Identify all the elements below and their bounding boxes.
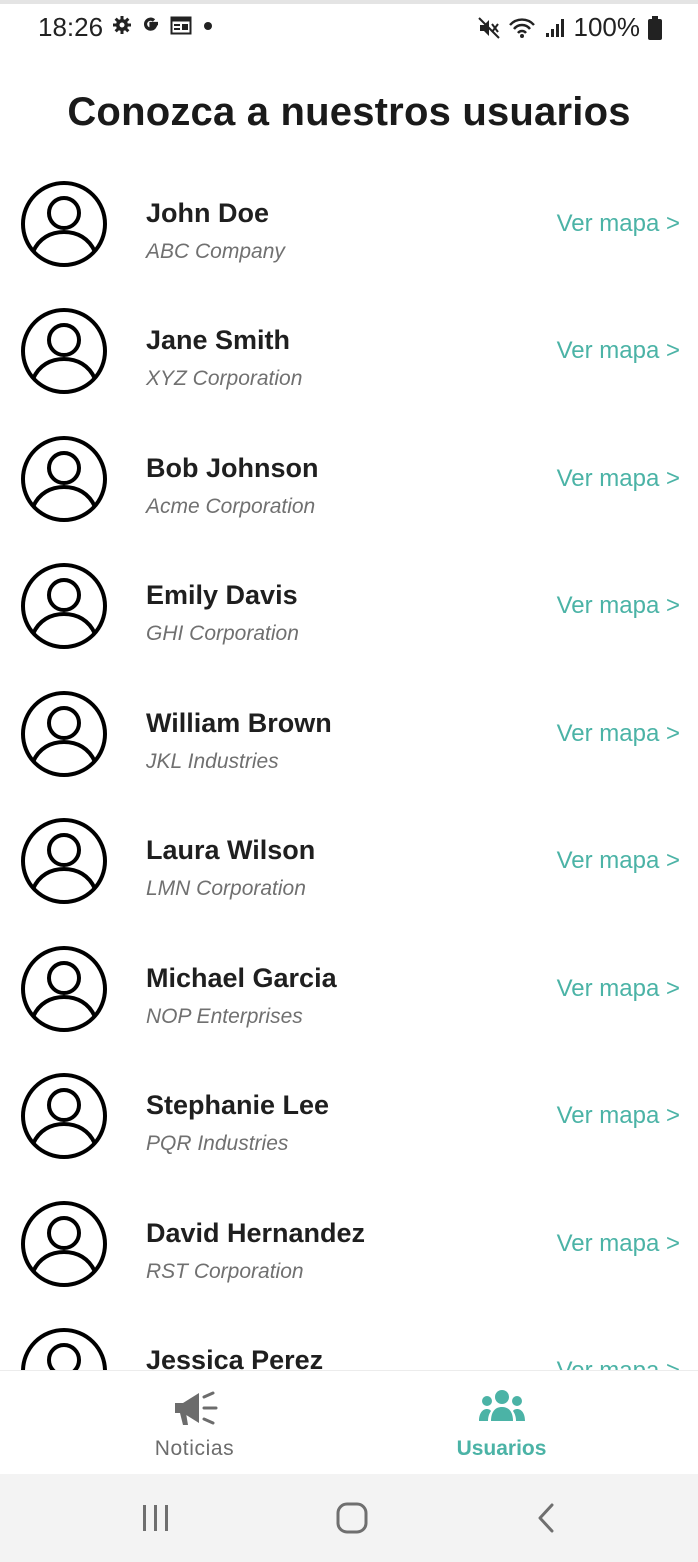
- user-company: PQR Industries: [146, 1132, 289, 1155]
- user-name: Bob Johnson: [146, 453, 319, 483]
- user-company: Acme Corporation: [146, 495, 316, 518]
- user-avatar-icon: [21, 436, 107, 522]
- user-avatar-icon: [21, 1201, 107, 1287]
- user-name: William Brown: [146, 708, 332, 738]
- list-item[interactable]: William Brown JKL Industries Ver mapa >: [0, 690, 698, 817]
- user-name: Emily Davis: [146, 580, 298, 610]
- ver-mapa-link[interactable]: Ver mapa >: [557, 210, 680, 238]
- user-name: Laura Wilson: [146, 835, 316, 865]
- ver-mapa-link[interactable]: Ver mapa >: [557, 592, 680, 620]
- ver-mapa-link[interactable]: Ver mapa >: [557, 1102, 680, 1130]
- list-item[interactable]: Michael Garcia NOP Enterprises Ver mapa …: [0, 945, 698, 1072]
- tab-label: Usuarios: [456, 1437, 547, 1460]
- tab-noticias[interactable]: Noticias: [20, 1371, 369, 1475]
- tab-usuarios[interactable]: Usuarios: [327, 1371, 676, 1475]
- list-item[interactable]: John Doe ABC Company Ver mapa >: [0, 180, 698, 307]
- user-name: Jessica Perez: [146, 1345, 324, 1370]
- list-item[interactable]: David Hernandez RST Corporation Ver mapa…: [0, 1200, 698, 1327]
- user-name: Stephanie Lee: [146, 1090, 330, 1120]
- system-nav-bar: [0, 1474, 698, 1562]
- page-title: Conozca a nuestros usuarios: [67, 90, 631, 134]
- ver-mapa-link[interactable]: Ver mapa >: [557, 975, 680, 1003]
- user-avatar-icon: [21, 691, 107, 777]
- user-avatar-icon: [21, 1328, 107, 1370]
- dot-icon: [204, 22, 212, 30]
- ver-mapa-link[interactable]: Ver mapa >: [557, 465, 680, 493]
- back-icon[interactable]: [532, 1500, 562, 1536]
- user-avatar-icon: [21, 946, 107, 1032]
- status-bar: 18:26 100%: [0, 4, 698, 48]
- gear-icon: [113, 16, 131, 34]
- status-right-icons: 100%: [477, 12, 662, 43]
- list-item[interactable]: Stephanie Lee PQR Industries Ver mapa >: [0, 1072, 698, 1199]
- megaphone-icon: [174, 1391, 217, 1425]
- user-company: GHI Corporation: [146, 622, 299, 645]
- recent-apps-icon[interactable]: [140, 1500, 172, 1536]
- status-time: 18:26: [38, 12, 104, 42]
- signal-icon: [545, 18, 564, 37]
- user-company: RST Corporation: [146, 1260, 304, 1283]
- wifi-icon: [508, 17, 535, 38]
- ver-mapa-link[interactable]: Ver mapa >: [557, 847, 680, 875]
- list-item[interactable]: Jessica Perez Ver mapa >: [0, 1327, 698, 1370]
- user-company: NOP Enterprises: [146, 1005, 303, 1028]
- user-company: XYZ Corporation: [146, 367, 303, 390]
- battery-icon: [648, 15, 662, 40]
- ver-mapa-link[interactable]: Ver mapa >: [557, 720, 680, 748]
- tab-label: Noticias: [154, 1437, 235, 1460]
- list-item[interactable]: Laura Wilson LMN Corporation Ver mapa >: [0, 817, 698, 944]
- user-avatar-icon: [21, 1073, 107, 1159]
- battery-percent: 100%: [573, 12, 641, 42]
- list-item[interactable]: Bob Johnson Acme Corporation Ver mapa >: [0, 435, 698, 562]
- user-name: Jane Smith: [146, 325, 291, 355]
- user-avatar-icon: [21, 818, 107, 904]
- user-name: David Hernandez: [146, 1218, 366, 1248]
- user-list[interactable]: John Doe ABC Company Ver mapa > Jane Smi…: [0, 160, 698, 1370]
- list-item[interactable]: Emily Davis GHI Corporation Ver mapa >: [0, 562, 698, 689]
- users-icon: [478, 1390, 525, 1421]
- mute-icon: [477, 16, 500, 39]
- home-icon[interactable]: [334, 1500, 370, 1536]
- google-g-icon: [144, 17, 158, 31]
- user-company: ABC Company: [146, 240, 285, 263]
- user-company: LMN Corporation: [146, 877, 306, 900]
- user-avatar-icon: [21, 181, 107, 267]
- calendar-icon: [170, 16, 192, 35]
- list-item[interactable]: Jane Smith XYZ Corporation Ver mapa >: [0, 307, 698, 434]
- user-name: John Doe: [146, 198, 270, 228]
- user-company: JKL Industries: [146, 750, 279, 773]
- user-avatar-icon: [21, 563, 107, 649]
- status-left-icons: [112, 14, 216, 36]
- ver-mapa-link[interactable]: Ver mapa >: [557, 1357, 680, 1370]
- bottom-tab-bar: Noticias Usuarios: [0, 1370, 698, 1474]
- ver-mapa-link[interactable]: Ver mapa >: [557, 337, 680, 365]
- user-avatar-icon: [21, 308, 107, 394]
- user-name: Michael Garcia: [146, 963, 337, 993]
- ver-mapa-link[interactable]: Ver mapa >: [557, 1230, 680, 1258]
